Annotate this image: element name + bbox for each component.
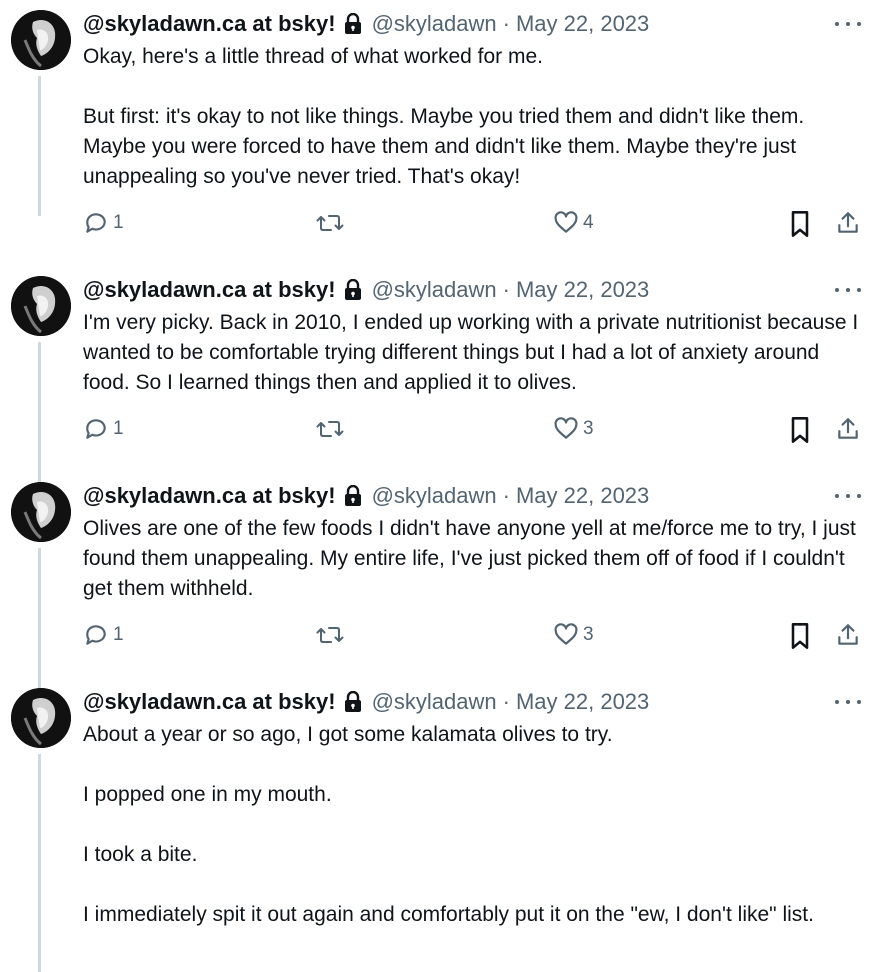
- post-text: Olives are one of the few foods I didn't…: [83, 514, 868, 604]
- like-button[interactable]: 3: [553, 622, 594, 648]
- like-button[interactable]: 4: [553, 210, 594, 236]
- thread-line: [38, 342, 41, 482]
- post-date[interactable]: May 22, 2023: [516, 483, 649, 509]
- more-icon[interactable]: [835, 692, 861, 712]
- author-handle[interactable]: @skyladawn: [372, 277, 497, 303]
- author-name[interactable]: @skyladawn.ca at bsky!: [83, 689, 336, 715]
- bookmark-icon: [788, 210, 812, 238]
- thread-line: [38, 754, 41, 972]
- reply-icon: [83, 416, 109, 442]
- share-icon: [835, 622, 861, 648]
- post-date[interactable]: May 22, 2023: [516, 11, 649, 37]
- post-text: Okay, here's a little thread of what wor…: [83, 42, 868, 192]
- post-paragraph: I'm very picky. Back in 2010, I ended up…: [83, 311, 859, 394]
- separator: ·: [502, 483, 510, 508]
- repost-icon: [315, 416, 345, 442]
- avatar[interactable]: [11, 276, 71, 336]
- post-header: @skyladawn.ca at bsky! @skyladawn · May …: [83, 10, 861, 38]
- post-paragraph: But first: it's okay to not like things.…: [83, 105, 805, 188]
- repost-icon: [315, 622, 345, 648]
- post-header: @skyladawn.ca at bsky! @skyladawn · May …: [83, 482, 861, 510]
- post-header: @skyladawn.ca at bsky! @skyladawn · May …: [83, 688, 861, 716]
- share-button[interactable]: [835, 210, 861, 236]
- like-button[interactable]: 3: [553, 416, 594, 442]
- reply-count: 1: [113, 212, 124, 233]
- author-name[interactable]: @skyladawn.ca at bsky!: [83, 483, 336, 509]
- separator: ·: [502, 11, 510, 36]
- post-date[interactable]: May 22, 2023: [516, 277, 649, 303]
- post-paragraph: I popped one in my mouth.: [83, 783, 332, 806]
- thread-line: [38, 548, 41, 688]
- heart-icon: [553, 210, 579, 236]
- avatar[interactable]: [11, 482, 71, 542]
- author-name[interactable]: @skyladawn.ca at bsky!: [83, 11, 336, 37]
- post-paragraph: I immediately spit it out again and comf…: [83, 903, 814, 926]
- repost-icon: [315, 210, 345, 236]
- avatar[interactable]: [11, 688, 71, 748]
- post[interactable]: @skyladawn.ca at bsky! @skyladawn · May …: [0, 472, 891, 688]
- share-button[interactable]: [835, 416, 861, 442]
- repost-button[interactable]: [315, 416, 345, 442]
- reply-button[interactable]: 1: [83, 416, 124, 442]
- thread: @skyladawn.ca at bsky! @skyladawn · May …: [0, 0, 891, 972]
- post-paragraph: Olives are one of the few foods I didn't…: [83, 517, 856, 600]
- like-count: 4: [583, 212, 594, 233]
- author-handle[interactable]: @skyladawn: [372, 11, 497, 37]
- post[interactable]: @skyladawn.ca at bsky! @skyladawn · May …: [0, 266, 891, 482]
- post-actions: 1 3: [83, 622, 861, 652]
- bookmark-icon: [788, 622, 812, 650]
- post-actions: 1 3: [83, 416, 861, 446]
- bookmark-button[interactable]: [788, 622, 812, 650]
- post-paragraph: About a year or so ago, I got some kalam…: [83, 723, 613, 746]
- separator: ·: [502, 277, 510, 302]
- lock-icon: [344, 691, 362, 713]
- lock-icon: [344, 279, 362, 301]
- reply-icon: [83, 622, 109, 648]
- post-paragraph: I took a bite.: [83, 843, 198, 866]
- post-actions: 1 4: [83, 210, 861, 240]
- post-text: I'm very picky. Back in 2010, I ended up…: [83, 308, 868, 398]
- reply-button[interactable]: 1: [83, 622, 124, 648]
- heart-icon: [553, 416, 579, 442]
- author-handle[interactable]: @skyladawn: [372, 689, 497, 715]
- bookmark-icon: [788, 416, 812, 444]
- more-icon[interactable]: [835, 14, 861, 34]
- post-header: @skyladawn.ca at bsky! @skyladawn · May …: [83, 276, 861, 304]
- like-count: 3: [583, 624, 594, 645]
- lock-icon: [344, 13, 362, 35]
- bookmark-button[interactable]: [788, 416, 812, 444]
- avatar[interactable]: [11, 10, 71, 70]
- post-text: About a year or so ago, I got some kalam…: [83, 720, 868, 930]
- reply-count: 1: [113, 624, 124, 645]
- author-name[interactable]: @skyladawn.ca at bsky!: [83, 277, 336, 303]
- author-handle[interactable]: @skyladawn: [372, 483, 497, 509]
- reply-button[interactable]: 1: [83, 210, 124, 236]
- repost-button[interactable]: [315, 210, 345, 236]
- repost-button[interactable]: [315, 622, 345, 648]
- heart-icon: [553, 622, 579, 648]
- bookmark-button[interactable]: [788, 210, 812, 238]
- lock-icon: [344, 485, 362, 507]
- more-icon[interactable]: [835, 486, 861, 506]
- reply-icon: [83, 210, 109, 236]
- separator: ·: [502, 689, 510, 714]
- share-button[interactable]: [835, 622, 861, 648]
- post[interactable]: @skyladawn.ca at bsky! @skyladawn · May …: [0, 0, 891, 237]
- reply-count: 1: [113, 418, 124, 439]
- post-paragraph: Okay, here's a little thread of what wor…: [83, 45, 543, 68]
- like-count: 3: [583, 418, 594, 439]
- post-date[interactable]: May 22, 2023: [516, 689, 649, 715]
- thread-line: [38, 76, 41, 216]
- share-icon: [835, 416, 861, 442]
- post[interactable]: @skyladawn.ca at bsky! @skyladawn · May …: [0, 678, 891, 972]
- share-icon: [835, 210, 861, 236]
- more-icon[interactable]: [835, 280, 861, 300]
